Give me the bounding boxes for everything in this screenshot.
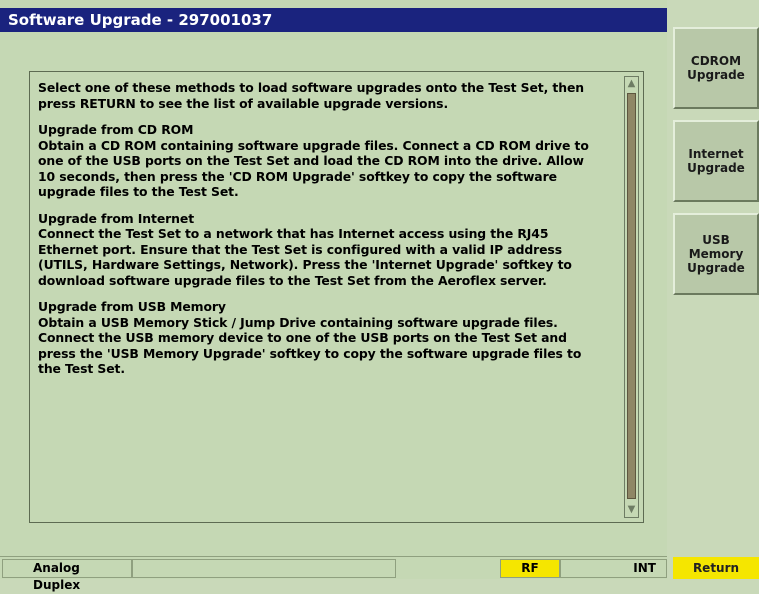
rf-indicator: RF [500, 559, 560, 578]
intro-paragraph: Select one of these methods to load soft… [38, 80, 584, 111]
usb-paragraph: Upgrade from USB Memory Obtain a USB Mem… [38, 299, 582, 376]
scroll-thumb[interactable] [627, 93, 636, 499]
softkey-column: CDROM Upgrade Internet Upgrade USB Memor… [667, 0, 759, 579]
instructions-panel: Select one of these methods to load soft… [29, 71, 644, 523]
mode-status: Analog Duplex [2, 559, 132, 592]
main-panel: Software Upgrade - 297001037 Select one … [0, 0, 667, 592]
scrollbar[interactable]: ▲ ▼ [624, 76, 639, 518]
instructions-text: Select one of these methods to load soft… [38, 80, 618, 388]
scroll-up-arrow-icon[interactable]: ▲ [625, 77, 638, 91]
scroll-down-arrow-icon[interactable]: ▼ [625, 503, 638, 517]
internet-upgrade-softkey[interactable]: Internet Upgrade [673, 120, 759, 202]
int-indicator: INT [560, 559, 667, 578]
cdrom-paragraph: Upgrade from CD ROM Obtain a CD ROM cont… [38, 122, 589, 199]
usb-memory-upgrade-softkey[interactable]: USB Memory Upgrade [673, 213, 759, 295]
return-softkey[interactable]: Return [673, 557, 759, 579]
status-cell-empty-1 [132, 559, 396, 578]
internet-paragraph: Upgrade from Internet Connect the Test S… [38, 210, 572, 288]
status-bar: Analog Duplex RF INT [0, 556, 667, 592]
cdrom-upgrade-softkey[interactable]: CDROM Upgrade [673, 27, 759, 109]
window-title: Software Upgrade - 297001037 [0, 8, 667, 32]
